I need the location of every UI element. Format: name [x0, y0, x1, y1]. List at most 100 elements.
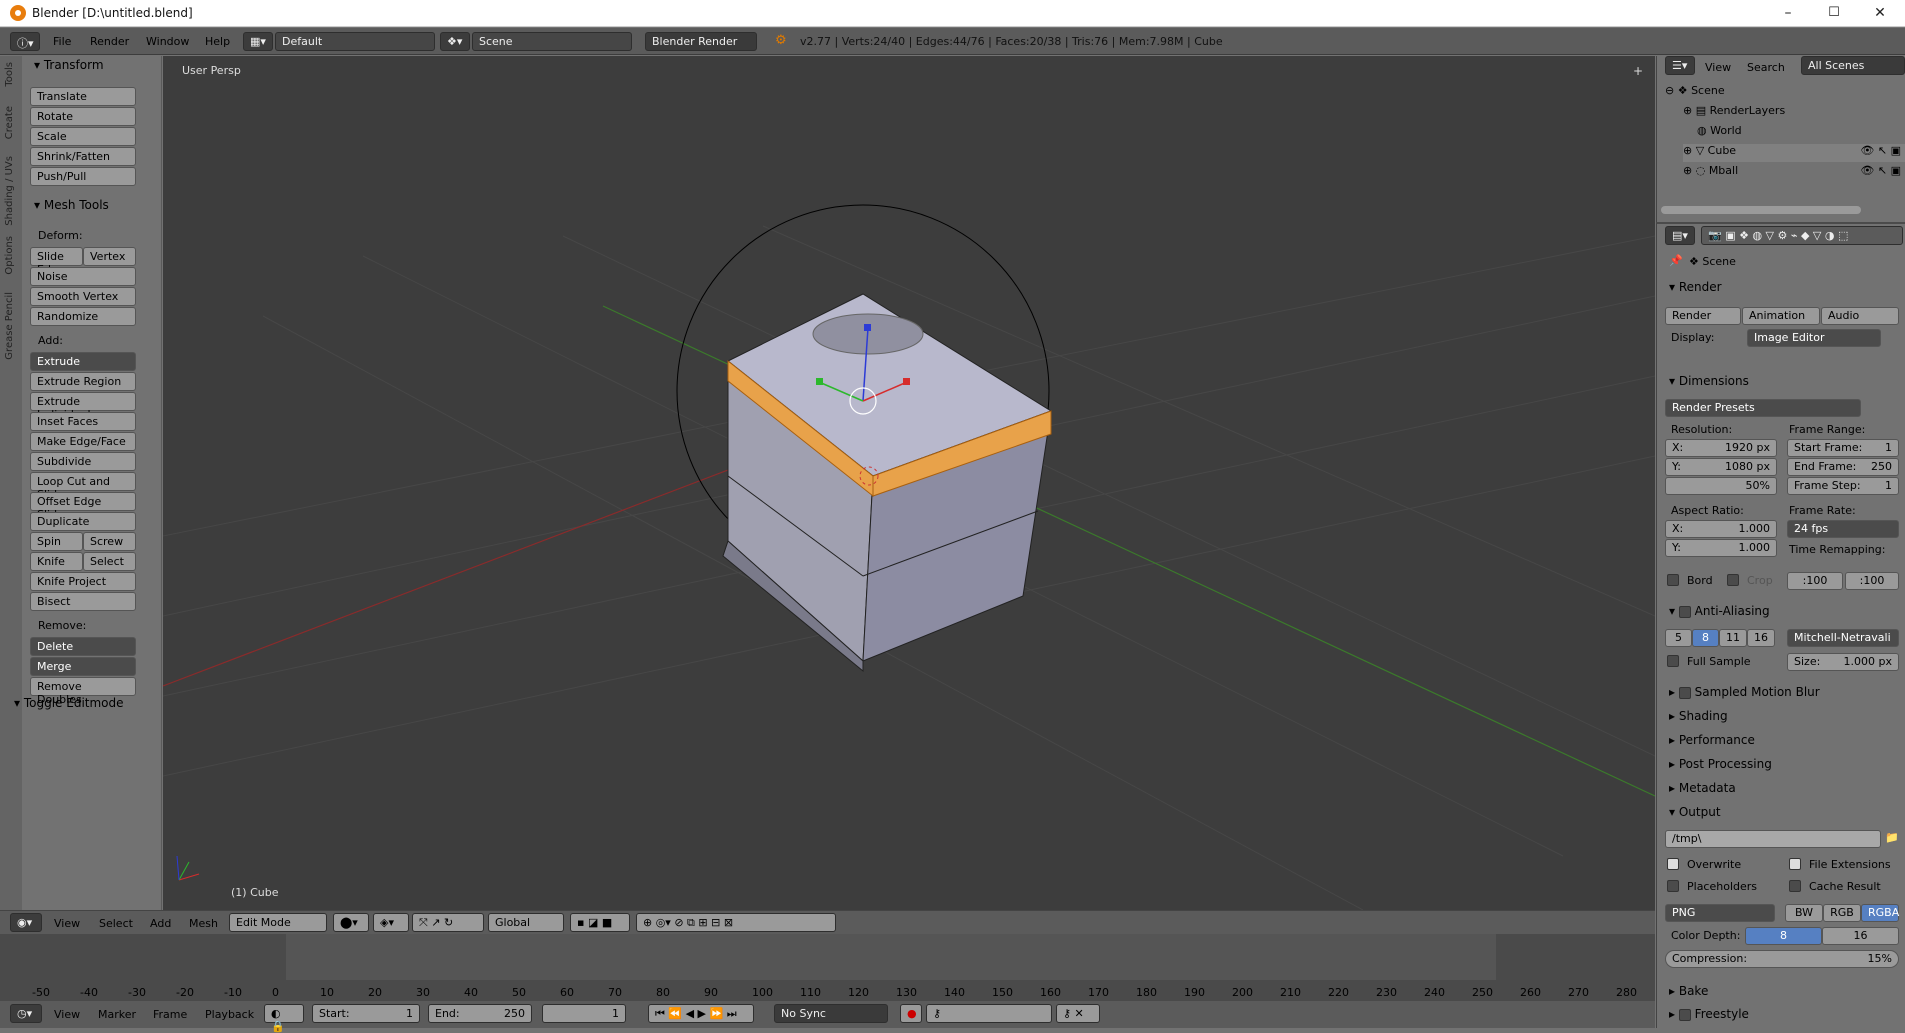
- start-frame-prop[interactable]: Start Frame: 1: [1787, 439, 1899, 457]
- compression-slider[interactable]: Compression: 15%: [1665, 950, 1899, 968]
- file-extensions-checkbox[interactable]: [1789, 858, 1801, 870]
- slide-vertex-button[interactable]: Vertex: [83, 247, 136, 266]
- cube-mesh[interactable]: [722, 293, 1053, 673]
- x-handle-icon[interactable]: [903, 378, 910, 385]
- outliner-editor-type-icon[interactable]: ☰▾: [1665, 56, 1695, 75]
- insert-keyframe-icons[interactable]: ⚷ ✕: [1056, 1004, 1100, 1023]
- post-processing-panel[interactable]: ▸ Post Processing: [1669, 757, 1772, 771]
- minimize-button[interactable]: –: [1765, 0, 1811, 27]
- timeline-menu-view[interactable]: View: [54, 1008, 80, 1021]
- shading-panel[interactable]: ▸ Shading: [1669, 709, 1728, 723]
- cube-visibility-icons[interactable]: 👁 ↖ ▣: [1860, 144, 1901, 157]
- screw-button[interactable]: Screw: [83, 532, 136, 551]
- viewport-menu-add[interactable]: Add: [150, 917, 171, 930]
- freestyle-panel[interactable]: ▸ Freestyle: [1669, 1007, 1749, 1021]
- outliner-filter-select[interactable]: All Scenes: [1801, 56, 1905, 75]
- make-edge-face-button[interactable]: Make Edge/Face: [30, 432, 136, 451]
- record-icon[interactable]: ●: [900, 1004, 922, 1023]
- aa-samples-11[interactable]: 11: [1719, 629, 1747, 647]
- audio-button[interactable]: Audio: [1821, 307, 1899, 325]
- transform-header[interactable]: ▾ Transform: [34, 58, 104, 72]
- mesh-tools-header[interactable]: ▾ Mesh Tools: [34, 198, 109, 212]
- properties-context-tabs[interactable]: 📷 ▣ ❖ ◍ ▽ ⚙ ⌁ ◆ ▽ ◑ ⬚: [1701, 226, 1903, 245]
- aa-samples-8[interactable]: 8: [1692, 629, 1719, 647]
- mode-select[interactable]: Edit Mode: [229, 913, 327, 932]
- extrude-dropdown[interactable]: Extrude: [30, 352, 136, 371]
- outliner-item-renderlayers[interactable]: ⊕ ▤ RenderLayers: [1683, 104, 1785, 117]
- full-sample-checkbox[interactable]: [1667, 655, 1679, 667]
- motion-blur-panel[interactable]: ▸ Sampled Motion Blur: [1669, 685, 1820, 699]
- metadata-panel[interactable]: ▸ Metadata: [1669, 781, 1736, 795]
- end-frame-field[interactable]: End: 250: [428, 1004, 532, 1023]
- close-button[interactable]: ✕: [1857, 0, 1903, 27]
- rgb-button[interactable]: RGB: [1823, 904, 1861, 922]
- layout-select[interactable]: Default: [275, 32, 435, 51]
- loop-cut-button[interactable]: Loop Cut and Slide: [30, 472, 136, 501]
- animation-button[interactable]: Animation: [1742, 307, 1820, 325]
- layout-icon[interactable]: ▦▾: [243, 32, 273, 51]
- outliner-scrollbar[interactable]: [1661, 206, 1861, 214]
- end-frame-prop[interactable]: End Frame: 250: [1787, 458, 1899, 476]
- toggle-editmode-header[interactable]: ▾ Toggle Editmode: [14, 696, 124, 710]
- editor-type-icon[interactable]: ⓘ▾: [10, 32, 40, 51]
- remap-new-field[interactable]: :100: [1845, 572, 1899, 590]
- render-presets-select[interactable]: Render Presets: [1665, 399, 1861, 417]
- tab-create[interactable]: Create: [4, 106, 15, 139]
- aa-samples-16[interactable]: 16: [1747, 629, 1775, 647]
- outliner-menu-view[interactable]: View: [1705, 61, 1731, 74]
- viewport-menu-mesh[interactable]: Mesh: [189, 917, 218, 930]
- output-panel-header[interactable]: ▾ Output: [1669, 805, 1721, 819]
- bw-button[interactable]: BW: [1785, 904, 1823, 922]
- extrude-individual-button[interactable]: Extrude Individual: [30, 392, 136, 421]
- remap-old-field[interactable]: :100: [1787, 572, 1843, 590]
- folder-icon[interactable]: 📁: [1885, 831, 1899, 844]
- tab-tools[interactable]: Tools: [4, 62, 15, 87]
- outliner-menu-search[interactable]: Search: [1747, 61, 1785, 74]
- start-frame-field[interactable]: Start: 1: [312, 1004, 420, 1023]
- inset-faces-button[interactable]: Inset Faces: [30, 412, 136, 431]
- rotate-button[interactable]: Rotate: [30, 107, 136, 126]
- aspect-y-field[interactable]: Y: 1.000: [1665, 539, 1777, 557]
- aa-filter-select[interactable]: Mitchell-Netravali: [1787, 629, 1899, 647]
- smooth-vertex-button[interactable]: Smooth Vertex: [30, 287, 136, 306]
- pivot-icon[interactable]: ◈▾: [373, 913, 409, 932]
- knife-select-button[interactable]: Select: [83, 552, 136, 571]
- sync-select[interactable]: No Sync: [774, 1004, 888, 1023]
- add-region-icon[interactable]: +: [1633, 64, 1643, 78]
- viewport-menu-view[interactable]: View: [54, 917, 80, 930]
- viewport-editor-type-icon[interactable]: ◉▾: [10, 913, 42, 932]
- snap-tools-icons[interactable]: ⊕ ◎▾ ⊘ ⧉ ⊞ ⊟ ⊠: [636, 913, 836, 932]
- timeline-editor-type-icon[interactable]: ◷▾: [10, 1004, 42, 1023]
- current-frame-field[interactable]: 1: [542, 1004, 626, 1023]
- bake-panel[interactable]: ▸ Bake: [1669, 984, 1708, 998]
- knife-project-button[interactable]: Knife Project: [30, 572, 136, 591]
- menu-render[interactable]: Render: [90, 35, 129, 48]
- manipulator-icons[interactable]: ⤧ ↗ ↻: [412, 913, 484, 932]
- shrink-fatten-button[interactable]: Shrink/Fatten: [30, 147, 136, 166]
- output-path-field[interactable]: /tmp\: [1665, 830, 1881, 848]
- keying-icons[interactable]: ◐ 🔒: [264, 1004, 304, 1033]
- display-select[interactable]: Image Editor: [1747, 329, 1881, 347]
- outliner-item-scene[interactable]: ⊖ ❖ Scene: [1665, 84, 1725, 97]
- tab-grease-pencil[interactable]: Grease Pencil: [4, 292, 15, 360]
- knife-button[interactable]: Knife: [30, 552, 83, 571]
- frame-step-prop[interactable]: Frame Step: 1: [1787, 477, 1899, 495]
- properties-editor-type-icon[interactable]: ▤▾: [1665, 226, 1695, 245]
- menu-file[interactable]: File: [53, 35, 71, 48]
- resolution-percent-field[interactable]: 50%: [1665, 477, 1777, 495]
- cache-result-checkbox[interactable]: [1789, 880, 1801, 892]
- outliner-item-world[interactable]: ◍ World: [1697, 124, 1742, 137]
- crop-checkbox[interactable]: [1727, 574, 1739, 586]
- render-panel-header[interactable]: ▾ Render: [1669, 280, 1722, 294]
- z-handle-icon[interactable]: [864, 324, 871, 331]
- 3d-viewport[interactable]: User Persp (1) Cube +: [163, 56, 1655, 910]
- remove-doubles-button[interactable]: Remove Doubles: [30, 677, 136, 706]
- menu-help[interactable]: Help: [205, 35, 230, 48]
- outliner-item-cube[interactable]: ⊕ ▽ Cube 👁 ↖ ▣: [1683, 144, 1905, 162]
- push-pull-button[interactable]: Push/Pull: [30, 167, 136, 186]
- depth-16-button[interactable]: 16: [1822, 927, 1899, 945]
- performance-panel[interactable]: ▸ Performance: [1669, 733, 1755, 747]
- placeholders-checkbox[interactable]: [1667, 880, 1679, 892]
- merge-dropdown[interactable]: Merge: [30, 657, 136, 676]
- scene-icon[interactable]: ❖▾: [440, 32, 470, 51]
